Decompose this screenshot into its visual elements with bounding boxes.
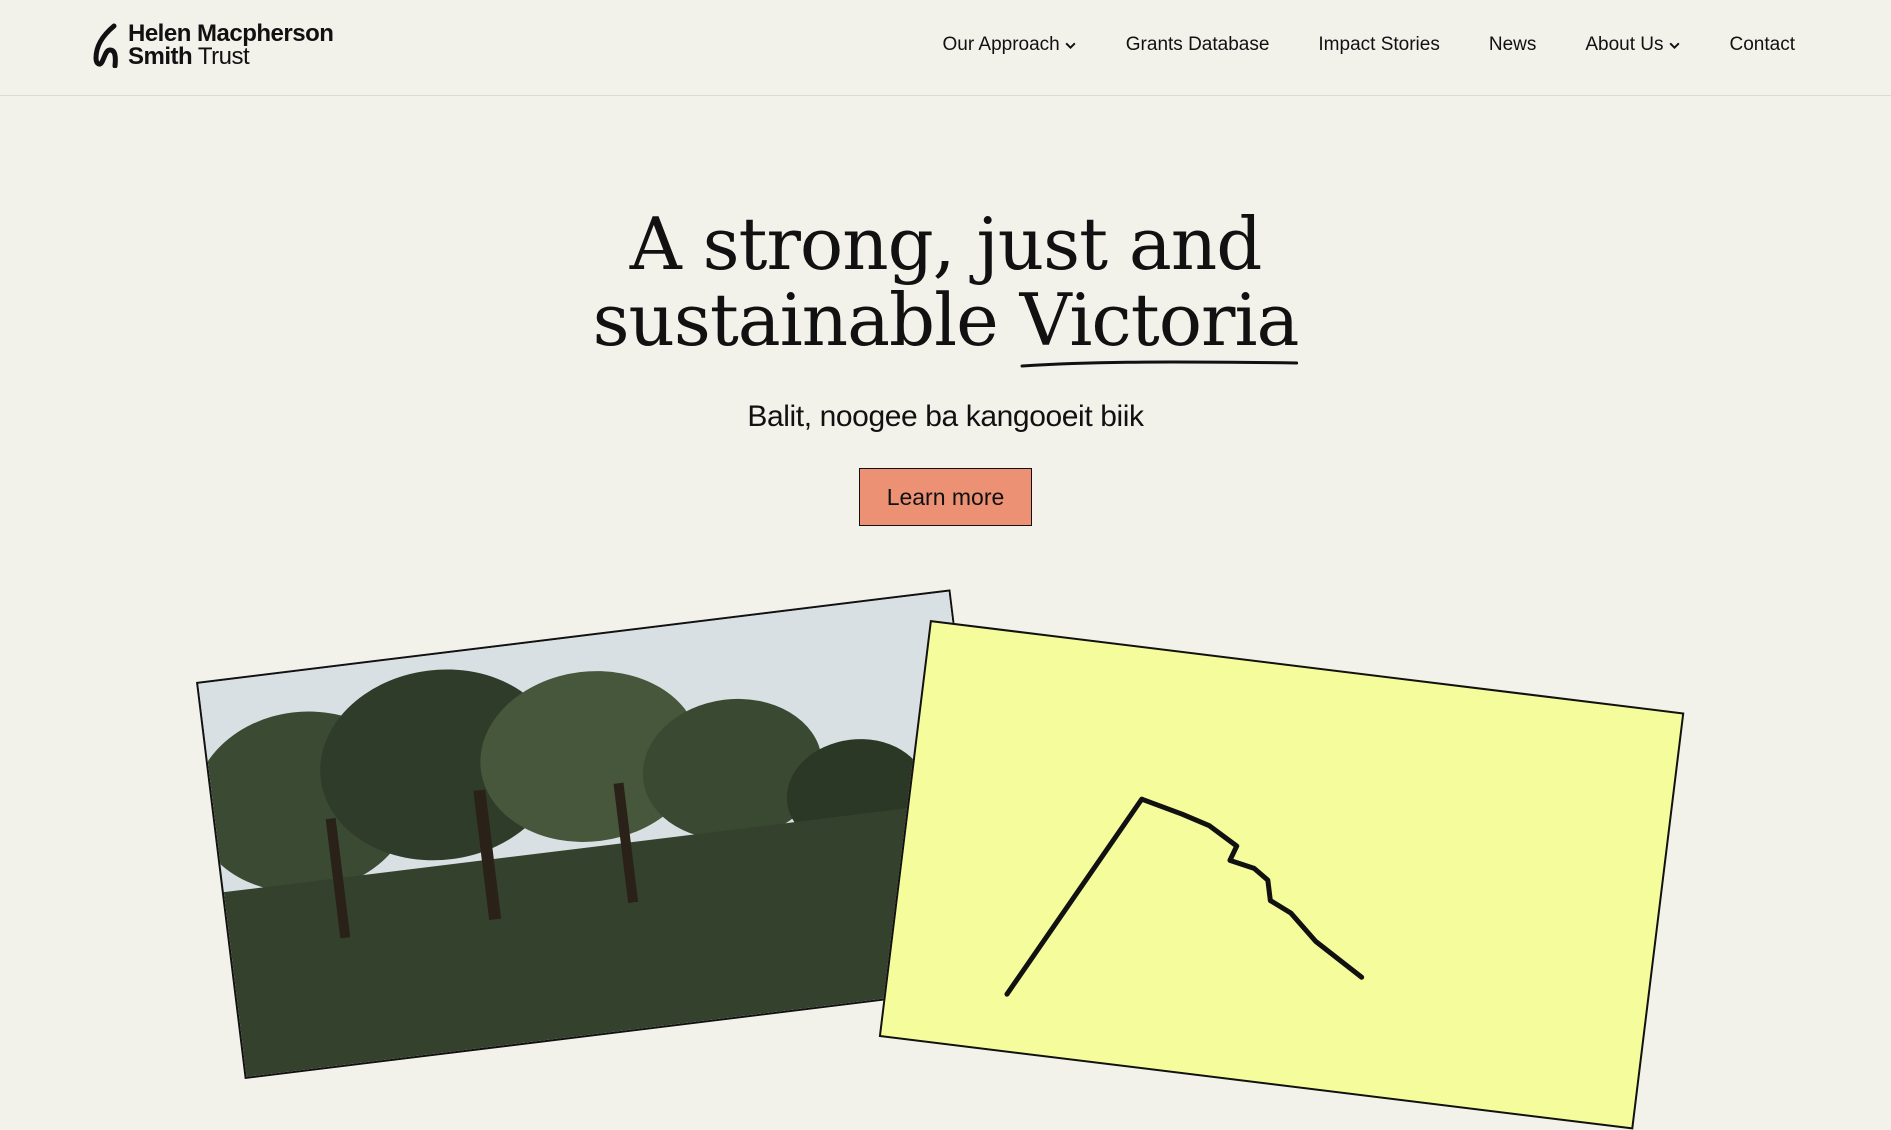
logo-mark-icon (93, 23, 118, 68)
hero-photo-card (196, 589, 1000, 1080)
nav-item-label: Our Approach (942, 34, 1060, 55)
headline-line1: A strong, just and (629, 202, 1263, 286)
site-header: Helen Macpherson Smith Trust Our Approac… (0, 0, 1891, 96)
headline-highlight: Victoria (1019, 278, 1300, 362)
trees-photo (196, 591, 1000, 1080)
hero-subheading: Balit, noogee ba kangooeit biik (747, 400, 1144, 433)
nav-item-label: About Us (1585, 34, 1664, 55)
hero-headline: A strong, just and sustainable Victoria (0, 206, 1891, 368)
chevron-down-icon (1065, 42, 1076, 49)
nav-item-about-us[interactable]: About Us (1585, 34, 1680, 56)
logo-line1: Helen Macpherson (128, 20, 334, 47)
nav-item-grants-database[interactable]: Grants Database (1126, 34, 1270, 56)
chevron-down-icon (1668, 42, 1680, 49)
nav-item-contact[interactable]: Contact (1730, 34, 1795, 56)
learn-more-button[interactable]: Learn more (858, 468, 1033, 526)
logo-line2: Smith Trust (128, 43, 250, 70)
hero-section: A strong, just and sustainable Victoria … (0, 96, 1891, 526)
logo[interactable]: Helen Macpherson Smith Trust (92, 20, 334, 70)
nav-item-label: Contact (1729, 34, 1795, 55)
nav-item-label: Grants Database (1125, 34, 1270, 55)
nav-item-label: News (1488, 34, 1537, 55)
nav-item-impact-stories[interactable]: Impact Stories (1318, 34, 1439, 56)
brush-underline-icon (1020, 360, 1298, 368)
victoria-outline-icon (1004, 796, 1365, 997)
main-nav: Our Approach Grants Database Impact Stor… (943, 28, 1795, 62)
nav-item-news[interactable]: News (1489, 34, 1537, 56)
nav-item-our-approach[interactable]: Our Approach (943, 34, 1077, 56)
nav-item-label: Impact Stories (1318, 34, 1440, 55)
headline-line2-plain: sustainable (592, 278, 1020, 362)
victoria-map-card (878, 620, 1685, 1130)
